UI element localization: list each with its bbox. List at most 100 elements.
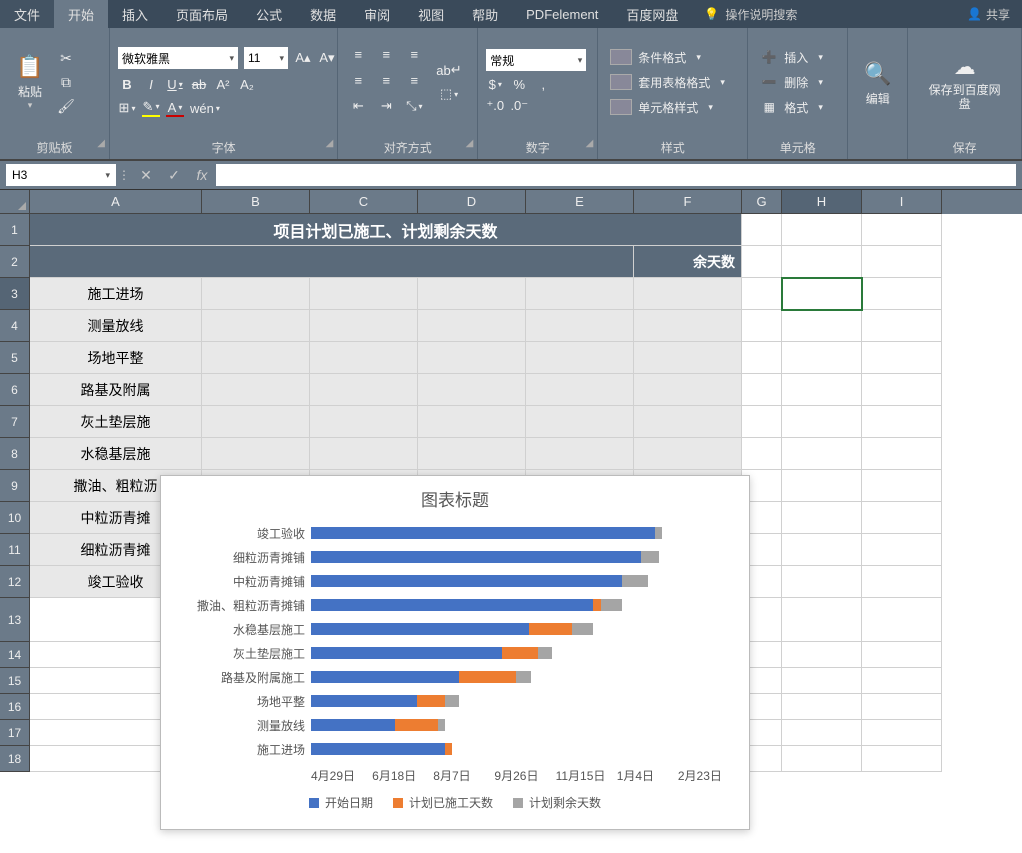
cell[interactable] bbox=[634, 406, 742, 438]
col-header-E[interactable]: E bbox=[526, 190, 634, 214]
cell[interactable] bbox=[782, 534, 862, 566]
cell[interactable] bbox=[310, 438, 418, 470]
tab-insert[interactable]: 插入 bbox=[108, 0, 162, 28]
cell[interactable] bbox=[782, 502, 862, 534]
cell[interactable] bbox=[862, 470, 942, 502]
cell[interactable] bbox=[526, 278, 634, 310]
cell[interactable] bbox=[742, 374, 782, 406]
col-header-D[interactable]: D bbox=[418, 190, 526, 214]
cell[interactable] bbox=[782, 642, 862, 668]
row-header[interactable]: 15 bbox=[0, 668, 30, 694]
tab-pdfelement[interactable]: PDFelement bbox=[512, 0, 612, 28]
cell[interactable] bbox=[862, 566, 942, 598]
col-header-F[interactable]: F bbox=[634, 190, 742, 214]
cell[interactable] bbox=[418, 406, 526, 438]
cell[interactable] bbox=[862, 278, 942, 310]
cell[interactable] bbox=[862, 598, 942, 642]
subscript-button[interactable]: A₂ bbox=[238, 75, 256, 93]
border-button[interactable]: ⊞▾ bbox=[118, 99, 136, 117]
cell[interactable] bbox=[862, 642, 942, 668]
font-color-button[interactable]: A▾ bbox=[166, 99, 184, 117]
cell[interactable]: 灰土垫层施 bbox=[30, 406, 202, 438]
align-top-button[interactable]: ≡ bbox=[346, 45, 370, 63]
row-header[interactable]: 4 bbox=[0, 310, 30, 342]
align-left-button[interactable]: ≡ bbox=[346, 71, 370, 89]
cell[interactable] bbox=[782, 342, 862, 374]
cell[interactable] bbox=[782, 566, 862, 598]
strikethrough-button[interactable]: ab bbox=[190, 75, 208, 93]
orientation-button[interactable]: ⤡▾ bbox=[402, 97, 426, 115]
cell[interactable] bbox=[202, 406, 310, 438]
row-header[interactable]: 11 bbox=[0, 534, 30, 566]
tab-data[interactable]: 数据 bbox=[296, 0, 350, 28]
cell[interactable] bbox=[782, 694, 862, 720]
cell[interactable] bbox=[742, 214, 782, 246]
tab-file[interactable]: 文件 bbox=[0, 0, 54, 28]
align-bottom-button[interactable]: ≡ bbox=[402, 45, 426, 63]
cell[interactable]: 余天数 bbox=[634, 246, 742, 278]
cell[interactable] bbox=[782, 598, 862, 642]
embedded-chart[interactable]: 图表标题 竣工验收细粒沥青摊铺中粒沥青摊铺撒油、粗粒沥青摊铺水稳基层施工灰土垫层… bbox=[160, 475, 750, 830]
tab-help[interactable]: 帮助 bbox=[458, 0, 512, 28]
row-header[interactable]: 10 bbox=[0, 502, 30, 534]
row-header[interactable]: 2 bbox=[0, 246, 30, 278]
cell[interactable] bbox=[862, 246, 942, 278]
cell[interactable] bbox=[862, 502, 942, 534]
row-header[interactable]: 12 bbox=[0, 566, 30, 598]
cell-styles-button[interactable]: 单元格样式▾ bbox=[606, 97, 729, 118]
col-header-C[interactable]: C bbox=[310, 190, 418, 214]
cell[interactable] bbox=[310, 278, 418, 310]
tab-review[interactable]: 审阅 bbox=[350, 0, 404, 28]
cell[interactable] bbox=[782, 470, 862, 502]
share-button[interactable]: 👤 共享 bbox=[955, 0, 1022, 28]
select-all-corner[interactable] bbox=[0, 190, 30, 214]
tab-page-layout[interactable]: 页面布局 bbox=[162, 0, 242, 28]
formula-input[interactable] bbox=[216, 164, 1016, 186]
merge-center-button[interactable]: ⬚▾ bbox=[436, 85, 461, 103]
phonetic-button[interactable]: wén▾ bbox=[190, 99, 220, 117]
row-header[interactable]: 8 bbox=[0, 438, 30, 470]
cell[interactable] bbox=[742, 342, 782, 374]
row-header[interactable]: 16 bbox=[0, 694, 30, 720]
cancel-formula-button[interactable]: ✕ bbox=[132, 167, 160, 184]
cell[interactable] bbox=[862, 438, 942, 470]
cell[interactable] bbox=[310, 406, 418, 438]
cell[interactable]: 水稳基层施 bbox=[30, 438, 202, 470]
cell[interactable] bbox=[782, 310, 862, 342]
name-box[interactable]: H3▾ bbox=[6, 164, 116, 186]
increase-font-button[interactable]: A▴ bbox=[294, 49, 312, 67]
cell[interactable] bbox=[202, 342, 310, 374]
tell-me[interactable]: 💡 操作说明搜索 bbox=[692, 0, 809, 28]
font-name-combo[interactable]: 微软雅黑▾ bbox=[118, 47, 238, 69]
font-size-combo[interactable]: 11▾ bbox=[244, 47, 288, 69]
tab-view[interactable]: 视图 bbox=[404, 0, 458, 28]
cell[interactable] bbox=[862, 342, 942, 374]
cell[interactable]: 路基及附属 bbox=[30, 374, 202, 406]
cell[interactable] bbox=[742, 310, 782, 342]
cell[interactable] bbox=[634, 342, 742, 374]
cell[interactable]: 场地平整 bbox=[30, 342, 202, 374]
cell[interactable] bbox=[782, 374, 862, 406]
cell[interactable] bbox=[418, 342, 526, 374]
decrease-font-button[interactable]: A▾ bbox=[318, 49, 336, 67]
cell[interactable]: 项目计划已施工、计划剩余天数 bbox=[30, 214, 742, 246]
increase-indent-button[interactable]: ⇥ bbox=[374, 97, 398, 115]
row-header[interactable]: 13 bbox=[0, 598, 30, 642]
cell[interactable] bbox=[634, 278, 742, 310]
cell[interactable] bbox=[202, 438, 310, 470]
format-as-table-button[interactable]: 套用表格格式▾ bbox=[606, 72, 729, 93]
delete-cells-button[interactable]: ➖删除▾ bbox=[756, 72, 827, 93]
bold-button[interactable]: B bbox=[118, 75, 136, 93]
conditional-formatting-button[interactable]: 条件格式▾ bbox=[606, 47, 729, 68]
row-header[interactable]: 14 bbox=[0, 642, 30, 668]
cell[interactable] bbox=[742, 278, 782, 310]
save-baidu-button[interactable]: ☁ 保存到百度网盘 bbox=[916, 49, 1013, 116]
format-cells-button[interactable]: ▦格式▾ bbox=[756, 97, 827, 118]
cell[interactable] bbox=[782, 668, 862, 694]
insert-cells-button[interactable]: ➕插入▾ bbox=[756, 47, 827, 68]
row-header[interactable]: 17 bbox=[0, 720, 30, 746]
align-middle-button[interactable]: ≡ bbox=[374, 45, 398, 63]
row-header[interactable]: 9 bbox=[0, 470, 30, 502]
cell[interactable] bbox=[634, 374, 742, 406]
cell[interactable] bbox=[862, 534, 942, 566]
